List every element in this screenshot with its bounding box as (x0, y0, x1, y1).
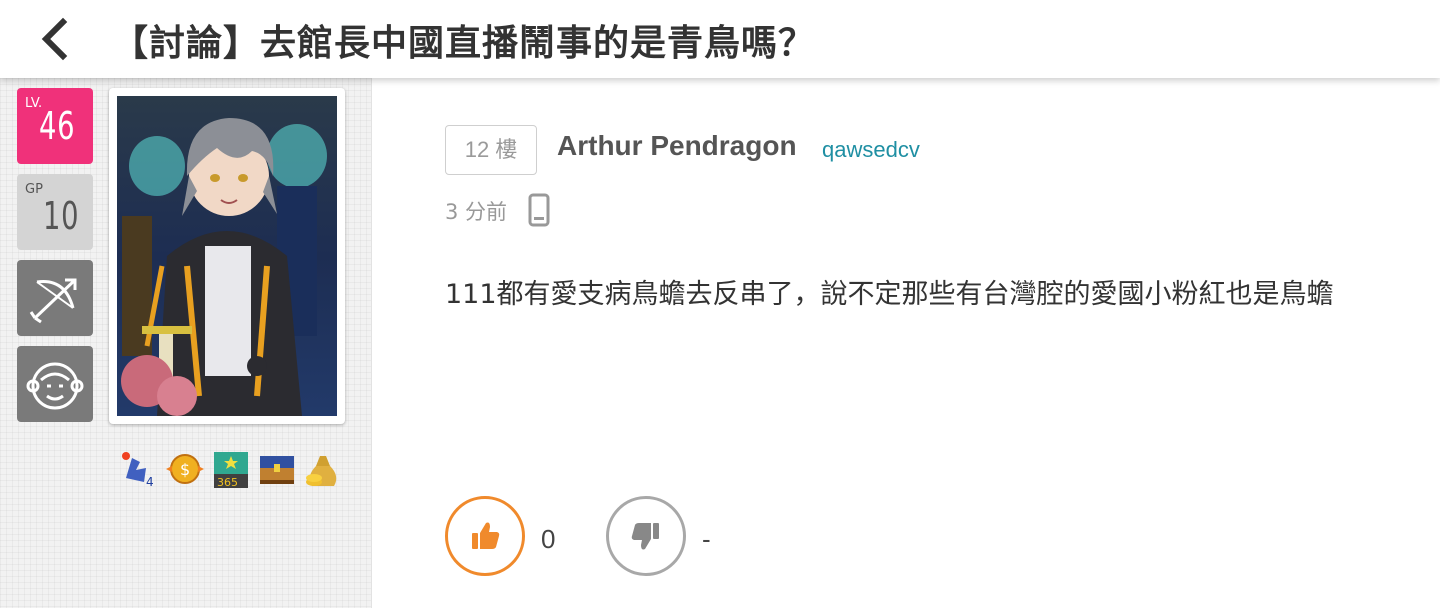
svg-text:365: 365 (217, 476, 238, 489)
like-count: 0 (541, 524, 556, 554)
dragon-medal-icon[interactable]: 4 (118, 448, 160, 490)
gp-value: 10 (43, 194, 80, 238)
thumbs-down-icon (631, 523, 659, 550)
floor-number[interactable]: 12 樓 (445, 125, 537, 175)
post-time[interactable]: 3 分前 (445, 196, 507, 226)
level-value: 46 (39, 104, 76, 148)
race-badge[interactable] (17, 346, 93, 422)
author-name[interactable]: Arthur Pendragon (557, 130, 797, 162)
character-avatar (117, 96, 337, 416)
class-badge[interactable] (17, 260, 93, 336)
gp-label: GP (25, 182, 43, 197)
level-badge[interactable]: LV. 46 (17, 88, 93, 164)
dislike-button[interactable] (606, 496, 686, 576)
gp-badge[interactable]: GP 10 (17, 174, 93, 250)
svg-text:4: 4 (146, 475, 154, 489)
top-bar: 【討論】去館長中國直播鬧事的是青鳥嗎？ (0, 0, 1440, 78)
monkey-face-icon (26, 362, 84, 410)
author-id[interactable]: qawsedcv (822, 137, 920, 163)
post-content: 111都有愛支病鳥蟾去反串了，說不定那些有台灣腔的愛國小粉紅也是鳥蟾 (445, 279, 1334, 310)
chevron-left-icon (41, 17, 68, 61)
dislike-count: - (702, 524, 711, 554)
coin-medal-icon[interactable]: $ (164, 448, 206, 490)
back-button[interactable] (30, 14, 80, 64)
money-bag-medal-icon[interactable] (302, 448, 344, 490)
like-button[interactable] (445, 496, 525, 576)
avatar-frame[interactable] (109, 88, 345, 424)
mobile-phone-icon (528, 193, 550, 227)
medal-row: 4 $ 365 (118, 448, 348, 492)
bow-arrow-icon (29, 278, 77, 324)
treasure-chest-medal-icon[interactable] (256, 448, 298, 490)
svg-text:$: $ (180, 460, 190, 479)
365-days-medal-icon[interactable]: 365 (210, 448, 252, 490)
user-sidebar: LV. 46 GP 10 4 $ 365 (0, 78, 372, 608)
thumbs-up-icon (472, 522, 500, 549)
page-title: 【討論】去館長中國直播鬧事的是青鳥嗎？ (112, 23, 816, 64)
